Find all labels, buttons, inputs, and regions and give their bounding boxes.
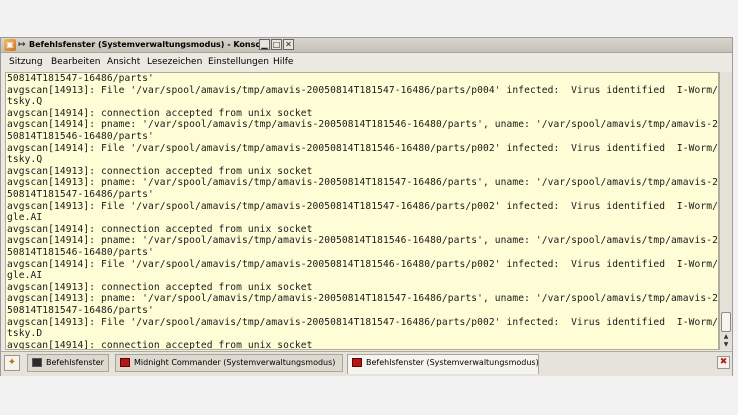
minimize-button[interactable]: ▁: [259, 39, 270, 50]
terminal-line: tsky.Q: [7, 96, 43, 108]
terminal-icon: [32, 358, 42, 367]
terminal-line: avgscan[14913]: File '/var/spool/amavis/…: [7, 316, 719, 328]
tab-label: Befehlsfenster (Systemverwaltungsmodus): [366, 358, 539, 367]
terminal-line: avgscan[14913]: pname: '/var/spool/amavi…: [7, 177, 719, 189]
menu-bearbeiten[interactable]: Bearbeiten: [51, 57, 100, 67]
terminal-line: avgscan[14914]: connection accepted from…: [7, 223, 313, 235]
tab-befehlsfenster-systemverwaltung[interactable]: Befehlsfenster (Systemverwaltungsmodus): [347, 354, 539, 374]
terminal-line: avgscan[14914]: pname: '/var/spool/amavi…: [7, 119, 719, 131]
window-title: Befehlsfenster (Systemverwaltungsmodus) …: [29, 40, 270, 49]
terminal-scrollbar[interactable]: ▲ ▼: [719, 72, 732, 350]
session-tabbar: ✦ Befehlsfenster Midnight Commander (Sys…: [1, 351, 732, 376]
terminal-line: avgscan[14914]: connection accepted from…: [7, 107, 313, 119]
terminal-line: avgscan[14913]: pname: '/var/spool/amavi…: [7, 293, 719, 305]
scrollbar-thumb[interactable]: [721, 312, 731, 332]
menubar: Sitzung Bearbeiten Ansicht Lesezeichen E…: [1, 53, 732, 72]
terminal-line: 50814T181547-16486/parts': [7, 189, 154, 200]
terminal-line: avgscan[14914]: pname: '/var/spool/amavi…: [7, 235, 719, 247]
pin-icon[interactable]: ↦: [18, 38, 26, 52]
terminal-line: avgscan[14913]: File '/var/spool/amavis/…: [7, 84, 719, 96]
terminal-line: tsky.Q: [7, 154, 43, 166]
konsole-app-icon[interactable]: ▣: [4, 39, 16, 51]
terminal-line: 50814T181547-16486/parts': [7, 73, 154, 84]
menu-hilfe[interactable]: Hilfe: [273, 57, 293, 67]
terminal-line: gle.AI: [7, 212, 43, 224]
new-session-icon[interactable]: ✦: [4, 355, 20, 371]
tab-befehlsfenster[interactable]: Befehlsfenster: [27, 354, 109, 372]
menu-lesezeichen[interactable]: Lesezeichen: [147, 57, 202, 67]
terminal-line: avgscan[14914]: connection accepted from…: [7, 339, 313, 350]
terminal-line: tsky.D: [7, 328, 43, 340]
tab-label: Midnight Commander (Systemverwaltungsmod…: [134, 358, 336, 367]
window-titlebar[interactable]: ▣ ↦ Befehlsfenster (Systemverwaltungsmod…: [1, 38, 732, 53]
konsole-window: ▣ ↦ Befehlsfenster (Systemverwaltungsmod…: [0, 37, 733, 376]
terminal-red-icon: [352, 358, 362, 367]
terminal-line: 50814T181547-16486/parts': [7, 305, 154, 316]
maximize-button[interactable]: □: [271, 39, 282, 50]
scroll-down-arrow-icon[interactable]: ▼: [721, 341, 731, 349]
terminal-red-icon: [120, 358, 130, 367]
close-button[interactable]: ✕: [283, 39, 294, 50]
terminal-line: avgscan[14914]: File '/var/spool/amavis/…: [7, 258, 719, 270]
terminal-line: avgscan[14914]: File '/var/spool/amavis/…: [7, 142, 719, 154]
menu-sitzung[interactable]: Sitzung: [9, 57, 43, 67]
terminal-line: 50814T181546-16480/parts': [7, 247, 154, 258]
menu-einstellungen[interactable]: Einstellungen: [208, 57, 269, 67]
tab-label: Befehlsfenster: [46, 358, 104, 367]
terminal-line: gle.AI: [7, 270, 43, 282]
scroll-up-arrow-icon[interactable]: ▲: [721, 333, 731, 341]
close-session-icon[interactable]: ✖: [717, 356, 730, 369]
terminal-line: avgscan[14913]: File '/var/spool/amavis/…: [7, 200, 719, 212]
terminal-line: avgscan[14913]: connection accepted from…: [7, 281, 313, 293]
tab-midnight-commander[interactable]: Midnight Commander (Systemverwaltungsmod…: [115, 354, 343, 372]
terminal-line: 50814T181546-16480/parts': [7, 131, 154, 142]
terminal-output[interactable]: 50814T181547-16486/parts' avgscan[14913]:…: [5, 72, 719, 350]
terminal-line: avgscan[14913]: connection accepted from…: [7, 165, 313, 177]
menu-ansicht[interactable]: Ansicht: [107, 57, 140, 67]
